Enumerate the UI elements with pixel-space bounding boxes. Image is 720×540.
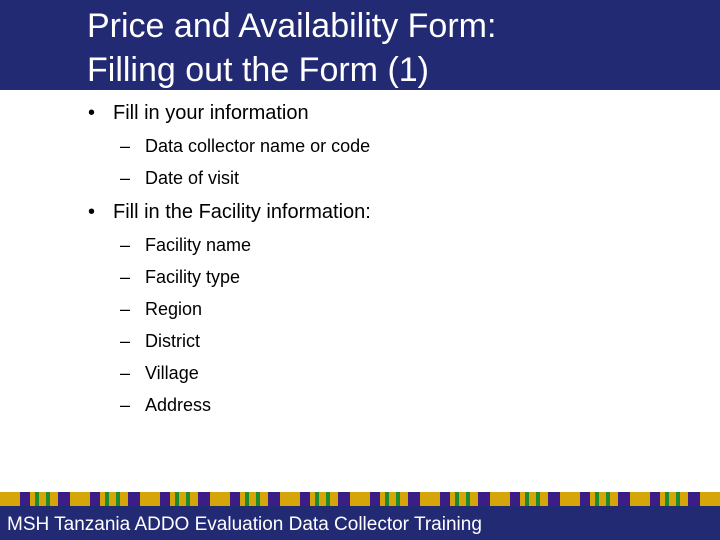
decorative-stripe — [0, 492, 720, 506]
title-line-2: Filling out the Form (1) — [87, 51, 429, 89]
title-bar: Price and Availability Form: Filling out… — [0, 0, 720, 90]
sub-bullet-text: District — [145, 331, 200, 351]
bullet-text: Fill in your information — [113, 102, 309, 124]
dash-icon: – — [120, 331, 131, 351]
sub-bullet-text: Region — [145, 299, 203, 319]
bullet-icon: • — [88, 102, 96, 124]
bullet-text: Fill in the Facility information: — [113, 201, 371, 223]
sub-bullet-text: Date of visit — [145, 168, 240, 188]
sub-bullet-text: Address — [145, 395, 212, 415]
dash-icon: – — [120, 299, 131, 319]
sub-bullet-text: Data collector name or code — [145, 136, 371, 156]
dash-icon: – — [120, 136, 131, 156]
footer-text: MSH Tanzania ADDO Evaluation Data Collec… — [7, 514, 482, 535]
footer-bar: MSH Tanzania ADDO Evaluation Data Collec… — [0, 506, 720, 540]
sub-bullet-text: Village — [145, 363, 199, 383]
title-line-1: Price and Availability Form: — [87, 7, 497, 45]
sub-bullet-text: Facility name — [145, 235, 252, 255]
dash-icon: – — [120, 235, 131, 255]
slide-title: Price and Availability Form: Filling out… — [87, 4, 496, 92]
dash-icon: – — [120, 267, 131, 287]
sub-bullet-text: Facility type — [145, 267, 241, 287]
dash-icon: – — [120, 395, 131, 415]
dash-icon: – — [120, 168, 131, 188]
bullet-icon: • — [88, 201, 96, 223]
dash-icon: – — [120, 363, 131, 383]
